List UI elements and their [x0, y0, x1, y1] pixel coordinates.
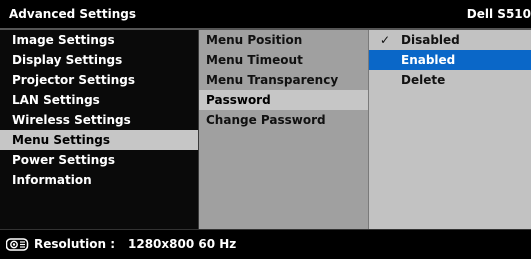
- page-title: Advanced Settings: [9, 7, 137, 21]
- option-label: Disabled: [401, 33, 460, 47]
- menu-item-menu-settings[interactable]: Menu Settings: [0, 130, 199, 150]
- resolution-label: Resolution :: [34, 237, 116, 251]
- header-bar: Advanced Settings Dell S510: [0, 0, 531, 28]
- menu-item-information[interactable]: Information: [0, 170, 199, 190]
- projector-icon: [6, 238, 29, 251]
- status-bar: Resolution : 1280x800 60 Hz: [0, 229, 531, 259]
- resolution-value: 1280x800 60 Hz: [128, 237, 237, 251]
- menu-item-display-settings[interactable]: Display Settings: [0, 50, 199, 70]
- menu-item-image-settings[interactable]: Image Settings: [0, 30, 199, 50]
- menu-item-projector-settings[interactable]: Projector Settings: [0, 70, 199, 90]
- option-disabled[interactable]: ✓ Disabled: [369, 30, 531, 50]
- submenu-item-change-password[interactable]: Change Password: [199, 110, 369, 130]
- option-delete[interactable]: Delete: [369, 70, 531, 90]
- option-enabled[interactable]: Enabled: [369, 50, 531, 70]
- main-menu: Image Settings Display Settings Projecto…: [0, 30, 199, 229]
- option-label: Enabled: [401, 53, 456, 67]
- submenu-item-password[interactable]: Password: [199, 90, 369, 110]
- menu-item-lan-settings[interactable]: LAN Settings: [0, 90, 199, 110]
- submenu-item-menu-timeout[interactable]: Menu Timeout: [199, 50, 369, 70]
- menu-item-wireless-settings[interactable]: Wireless Settings: [0, 110, 199, 130]
- sub-menu: Menu Position Menu Timeout Menu Transpar…: [199, 30, 369, 229]
- submenu-item-menu-position[interactable]: Menu Position: [199, 30, 369, 50]
- menu-item-power-settings[interactable]: Power Settings: [0, 150, 199, 170]
- osd-menu: Advanced Settings Dell S510 Image Settin…: [0, 0, 531, 259]
- option-label: Delete: [401, 73, 446, 87]
- model-name: Dell S510: [466, 7, 531, 21]
- check-mark-icon: ✓: [380, 33, 391, 47]
- submenu-item-menu-transparency[interactable]: Menu Transparency: [199, 70, 369, 90]
- option-list: ✓ Disabled Enabled Delete: [369, 30, 531, 229]
